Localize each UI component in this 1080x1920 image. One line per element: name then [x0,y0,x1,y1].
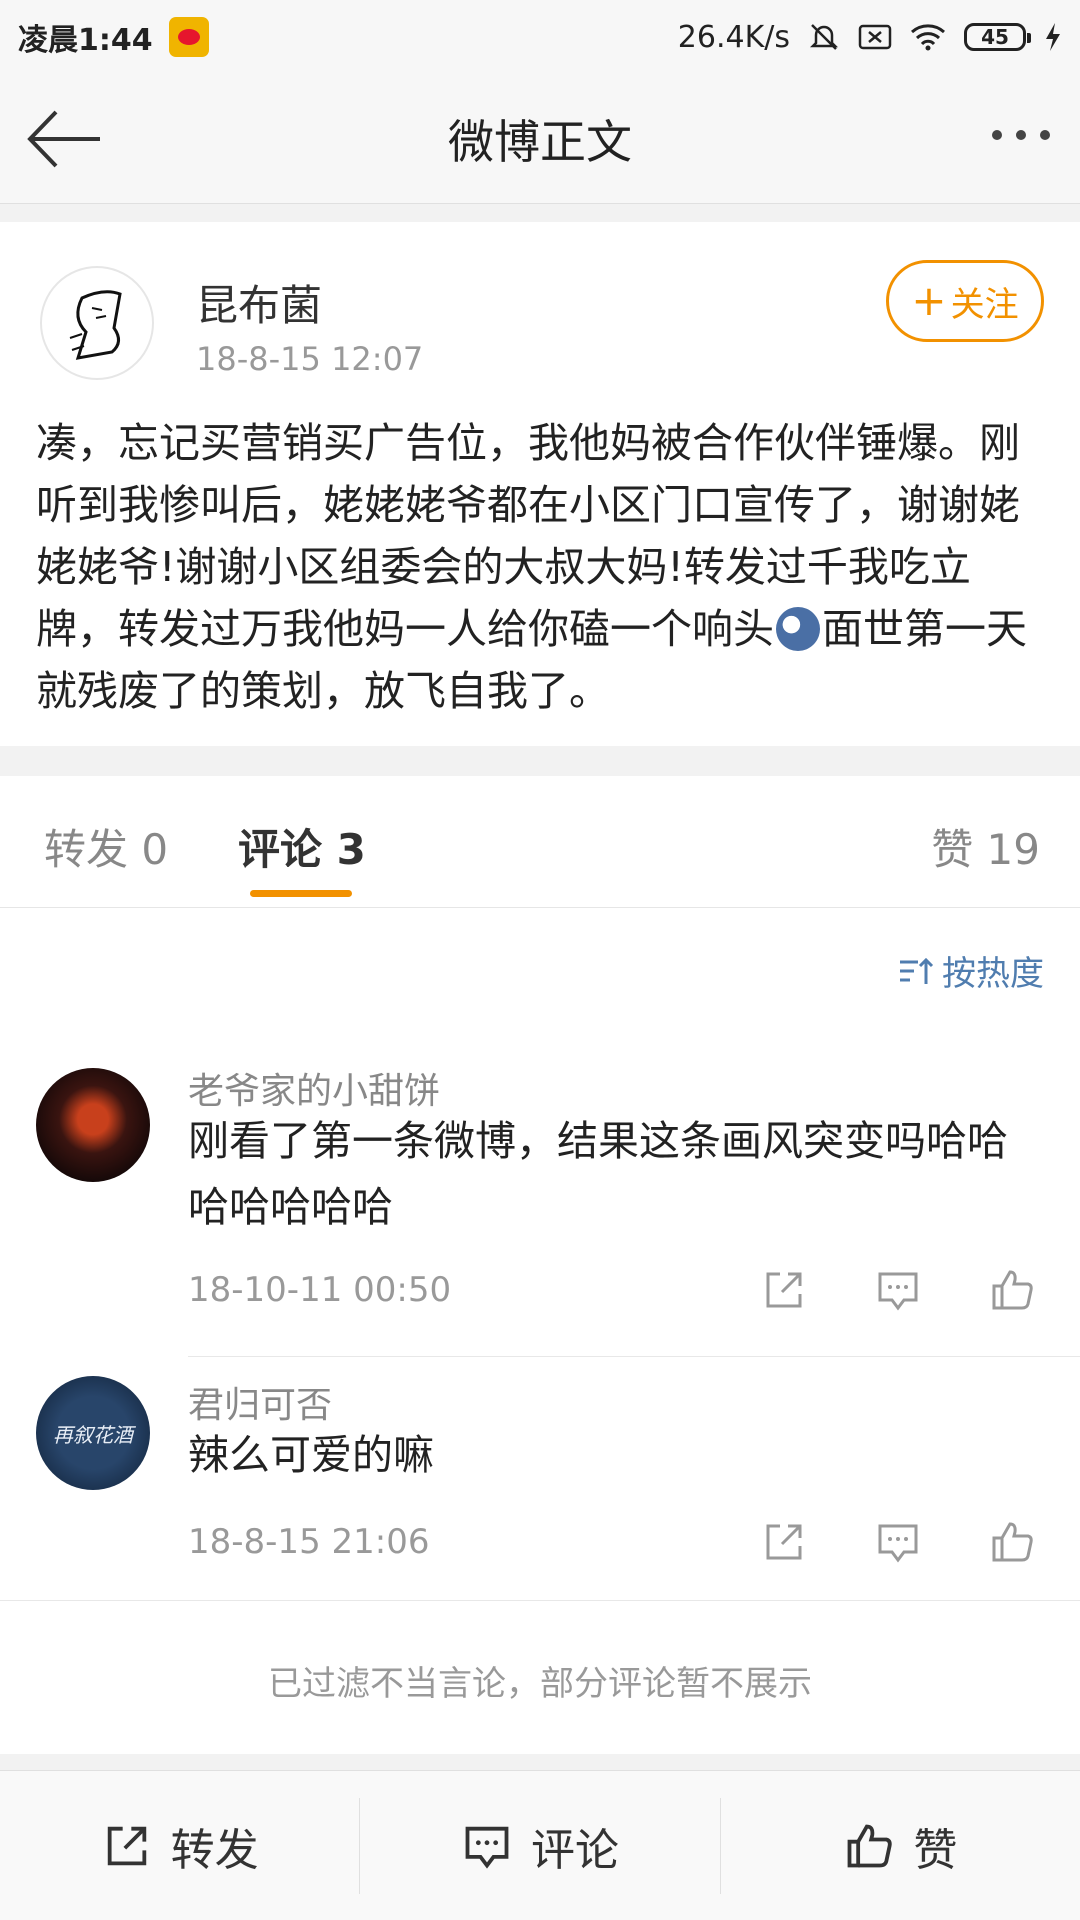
comment-button[interactable]: 评论 [359,1797,719,1894]
follow-button[interactable]: + 关注 [886,260,1044,342]
author-avatar-drawing [69,290,122,360]
wifi-icon [911,24,945,51]
comment-text: 辣么可爱的嘛 [188,1431,434,1479]
post-time: 18-8-15 12:07 [196,340,424,378]
commenter-avatar[interactable]: 再叙花酒 [36,1376,150,1490]
status-bar: 凌晨1:44 26.4K/s 45 [0,0,1080,74]
sort-label: 按热度 [942,954,1044,994]
share-icon [107,1826,146,1865]
tab-repost[interactable]: 转发 0 [44,816,168,877]
filter-note: 已过滤不当言论，部分评论暂不展示 [268,1664,812,1704]
weibo-notification-icon [168,17,209,57]
comment-text: 刚看了第一条微博，结果这条画风突变吗哈哈哈哈哈哈哈 [188,1117,1008,1231]
comment-divider [188,1356,1080,1357]
no-sim-icon [858,24,892,50]
comment-label: 评论 [530,1824,619,1876]
comment-time: 18-10-11 00:50 [188,1270,452,1310]
share-icon[interactable] [760,1266,808,1314]
charging-icon [1046,23,1060,51]
post-card: 昆布菌 18-8-15 12:07 + 关注 凑，忘记买营销买广告位，我他妈被合… [0,222,1080,746]
like-icon[interactable] [988,1518,1036,1566]
tab-comments[interactable]: 评论 3 [238,816,366,877]
author-name[interactable]: 昆布菌 [196,272,322,333]
post-text: 凑，忘记买营销买广告位，我他妈被合作伙伴锤爆。刚听到我惨叫后，姥姥姥爷都在小区门… [36,412,1046,722]
commenter-avatar[interactable] [36,1068,150,1182]
network-speed: 26.4K/s [677,19,790,55]
active-tab-indicator [250,890,352,897]
comment-time: 18-8-15 21:06 [188,1522,430,1562]
sort-icon [900,957,934,984]
like-icon [847,1824,892,1867]
tab-bar: 转发 0 评论 3 赞 19 [0,776,1080,908]
follow-label: 关注 [950,284,1019,325]
comment-actions [760,1266,1036,1314]
author-avatar[interactable] [40,266,154,380]
like-button[interactable]: 赞 [719,1797,1080,1894]
comment-icon[interactable] [874,1518,922,1566]
plus-icon: + [911,276,947,325]
commenter-avatar-text: 再叙花酒 [53,1422,133,1447]
like-label: 赞 [913,1824,958,1876]
more-icon[interactable] [992,130,1050,140]
panda-emoji-icon [776,607,820,651]
tab-likes[interactable]: 赞 19 [931,816,1040,877]
battery-level: 45 [981,25,1009,49]
comment-icon[interactable] [874,1266,922,1314]
back-arrow-icon[interactable] [26,108,102,170]
comment-icon [465,1826,509,1869]
sort-button[interactable]: 按热度 [898,946,1044,995]
status-time: 凌晨1:44 [18,23,153,58]
commenter-name[interactable]: 老爷家的小甜饼 [188,1062,440,1114]
repost-button[interactable]: 转发 [0,1798,359,1894]
commenter-name[interactable]: 君归可否 [188,1376,332,1428]
mute-bell-icon [809,24,839,50]
repost-label: 转发 [170,1824,259,1876]
comment-actions [760,1518,1036,1566]
status-indicators: 26.4K/s 45 [678,20,1062,55]
like-icon[interactable] [988,1266,1036,1314]
battery-indicator: 45 [964,23,1031,51]
nav-bar: 微博正文 [0,74,1080,204]
comments-panel: 转发 0 评论 3 赞 19 按热度 老爷家的小甜饼 刚看了第一条微博，结果这条… [0,776,1080,1754]
bottom-action-bar: 转发 评论 赞 [0,1770,1080,1920]
section-divider [0,1600,1080,1601]
page-title: 微博正文 [448,114,632,169]
share-icon[interactable] [760,1518,808,1566]
